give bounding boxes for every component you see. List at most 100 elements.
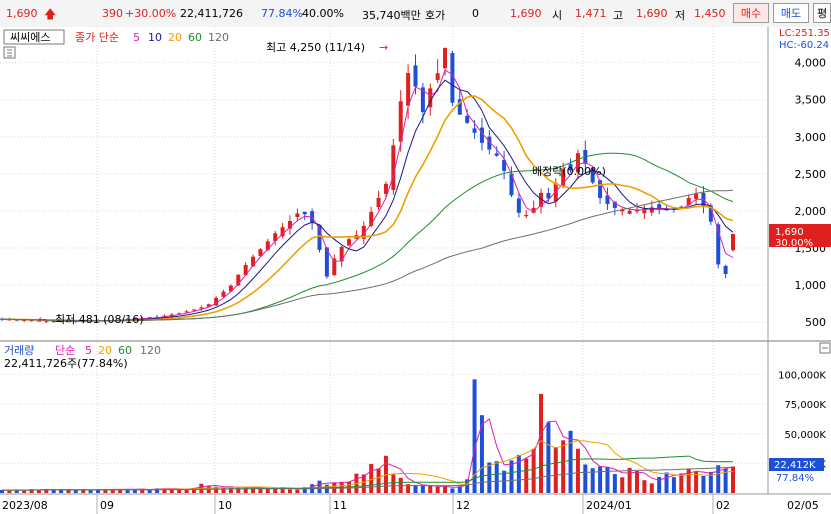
volume-bar bbox=[716, 465, 721, 493]
candle-body bbox=[627, 210, 632, 214]
stock-chart[interactable]: 4,0003,5003,0002,5002,0001,5001,000500 1… bbox=[0, 27, 831, 514]
volume-bar bbox=[420, 485, 425, 493]
ex-rights-annotation: 배정락(0.00%) bbox=[532, 165, 606, 178]
high-annotation: 최고 4,250 (11/14) bbox=[266, 41, 365, 54]
candle-body bbox=[302, 211, 307, 215]
candle-body bbox=[598, 180, 603, 199]
volume-bar bbox=[612, 474, 617, 493]
volume-bar bbox=[258, 489, 263, 493]
price-change-pct: +30.00% bbox=[125, 7, 177, 20]
volume-bar bbox=[671, 477, 676, 493]
legend-ma60: 60 bbox=[188, 31, 202, 44]
volume-bar bbox=[73, 490, 78, 493]
volume-bar bbox=[7, 490, 12, 493]
volume-bar bbox=[435, 486, 440, 493]
volume-bar bbox=[561, 440, 566, 493]
volume-bar bbox=[479, 415, 484, 493]
volume-value: 22,411,726 bbox=[180, 7, 243, 20]
candle-body bbox=[494, 153, 499, 156]
volume-bar bbox=[627, 467, 632, 493]
legend-vol-ma120: 120 bbox=[140, 344, 161, 357]
volume-ratio: 77.84% bbox=[261, 7, 303, 20]
quote-label: 호가 bbox=[425, 9, 446, 22]
volume-bar bbox=[221, 487, 226, 493]
volume-bar bbox=[450, 488, 455, 493]
volume-bar bbox=[649, 483, 654, 493]
quote-value: 0 bbox=[472, 7, 479, 20]
low-label: 저 bbox=[675, 9, 686, 22]
quote-price: 1,690 bbox=[510, 7, 542, 20]
price-tick-label: 1,000 bbox=[795, 279, 827, 292]
volume-bar bbox=[509, 460, 514, 493]
volume-bar bbox=[531, 448, 536, 493]
volume-bar bbox=[701, 476, 706, 493]
volume-bar bbox=[443, 486, 448, 493]
volume-bar bbox=[605, 466, 610, 493]
volume-bar bbox=[376, 468, 381, 493]
time-tick-label: 10 bbox=[218, 499, 232, 512]
high-label: 고 bbox=[613, 9, 624, 22]
volume-bar bbox=[22, 490, 27, 493]
legend-ma20: 20 bbox=[168, 31, 182, 44]
turnover-pct: 40.00% bbox=[302, 7, 344, 20]
price-change: 390 bbox=[102, 7, 123, 20]
price-tag-value: 1,690 bbox=[775, 227, 804, 238]
volume-bar bbox=[635, 470, 640, 493]
volume-bar bbox=[539, 393, 544, 493]
volume-tick-label: 50,000K bbox=[784, 430, 826, 441]
volume-bar bbox=[553, 447, 558, 493]
volume-bar bbox=[731, 466, 735, 493]
volume-bar bbox=[679, 473, 684, 493]
price-tick-label: 2,500 bbox=[795, 168, 827, 181]
price-tick-label: 500 bbox=[805, 316, 826, 329]
volume-bar bbox=[642, 480, 647, 493]
volume-bar bbox=[575, 448, 580, 493]
high-arrow-icon: → bbox=[379, 41, 388, 54]
candle-body bbox=[524, 214, 529, 217]
buy-button[interactable]: 매수 bbox=[733, 3, 769, 23]
current-price: 1,690 bbox=[6, 7, 38, 20]
candle-body bbox=[347, 239, 352, 246]
volume-bar bbox=[620, 477, 625, 493]
candle-body bbox=[731, 233, 735, 251]
open-price: 1,471 bbox=[575, 7, 607, 20]
volume-legend-value: 22,411,726주(77.84%) bbox=[4, 357, 128, 370]
candle-body bbox=[295, 213, 300, 217]
legend-vol-ma5: 5 bbox=[85, 344, 92, 357]
hc-indicator: HC:-60.24 bbox=[779, 40, 829, 51]
volume-bar bbox=[413, 484, 418, 493]
volume-bar bbox=[546, 422, 551, 493]
volume-bar bbox=[287, 489, 292, 493]
candle-body bbox=[221, 291, 226, 297]
time-tick-label: 2024/01 bbox=[586, 499, 632, 512]
volume-bar bbox=[487, 462, 492, 493]
volume-legend-title: 거래량 bbox=[4, 344, 34, 357]
price-tick-label: 4,000 bbox=[795, 57, 827, 70]
volume-tag-value: 22,412K bbox=[774, 460, 816, 471]
price-tag-pct: 30.00% bbox=[775, 238, 813, 249]
lc-indicator: LC:251.35 bbox=[779, 28, 830, 39]
stock-name: 씨씨에스 bbox=[10, 31, 50, 44]
volume-bar bbox=[147, 490, 152, 493]
quote-bar: 1,690 🡅 390 +30.00% 22,411,726 77.84% 40… bbox=[0, 0, 831, 28]
volume-bar bbox=[524, 458, 529, 493]
candle-body bbox=[443, 48, 448, 69]
sell-button[interactable]: 매도 bbox=[773, 3, 809, 23]
candle-body bbox=[516, 198, 521, 213]
volume-tag-pct: 77.84% bbox=[776, 473, 814, 484]
legend-vol-ma20: 20 bbox=[98, 344, 112, 357]
time-tick-label: 11 bbox=[333, 499, 347, 512]
extra-button[interactable]: 평 bbox=[813, 3, 831, 23]
volume-bar bbox=[369, 463, 374, 493]
trade-amount: 35,740백만 bbox=[362, 9, 421, 22]
volume-bar bbox=[568, 430, 573, 493]
price-tick-label: 3,000 bbox=[795, 131, 827, 144]
legend-ma120: 120 bbox=[208, 31, 229, 44]
candle-body bbox=[694, 193, 699, 199]
volume-bar bbox=[169, 489, 174, 493]
candle-body bbox=[435, 73, 440, 81]
legend-vol-ma60: 60 bbox=[118, 344, 132, 357]
volume-ma-title: 단순 bbox=[55, 344, 75, 357]
time-tick-label: 12 bbox=[456, 499, 470, 512]
time-tick-label: 2023/08 bbox=[2, 499, 48, 512]
